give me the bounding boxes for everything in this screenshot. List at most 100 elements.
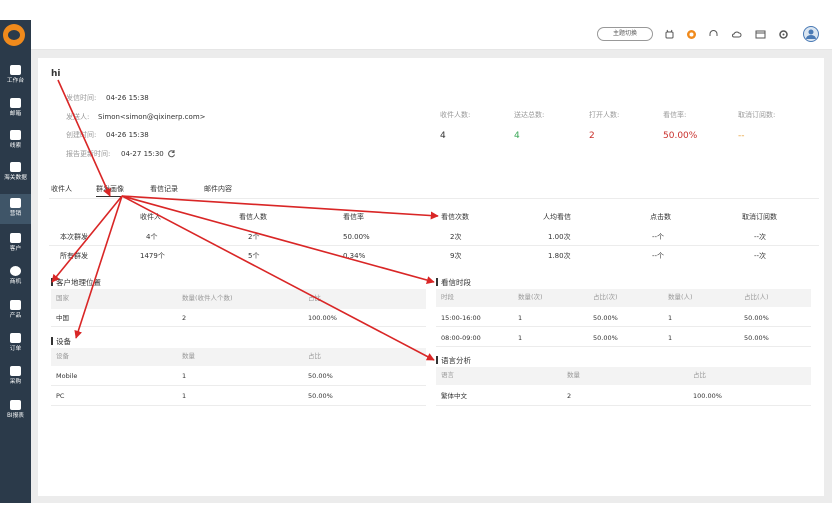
sidebar-item-product[interactable]: 产品 xyxy=(0,300,31,320)
marketing-icon xyxy=(10,198,21,208)
sidebar-item-clues[interactable]: 线索 xyxy=(0,130,31,150)
sidebar-item-purchase[interactable]: 采购 xyxy=(0,366,31,386)
language-header-ratio: 占比 xyxy=(693,371,706,379)
stat-value-delivered: 4 xyxy=(514,131,520,141)
summary-header-avg-read: 人均看信 xyxy=(543,213,571,221)
period-cell: 50.00% xyxy=(744,334,769,342)
bulb-icon xyxy=(10,266,21,276)
stat-label-open-rate: 看信率: xyxy=(663,111,687,119)
panel-icon[interactable] xyxy=(755,29,766,40)
period-cell: 1 xyxy=(518,334,523,342)
language-header-language: 语言 xyxy=(441,371,454,379)
row-divider xyxy=(51,405,426,406)
headset-icon[interactable] xyxy=(708,29,719,40)
device-cell: PC xyxy=(56,392,65,400)
summary-cell: 1.80次 xyxy=(548,252,571,260)
location-cell: 2 xyxy=(182,314,187,322)
top-margin xyxy=(0,0,832,20)
language-cell: 繁体中文 xyxy=(441,392,467,400)
location-title: 客户地理位置 xyxy=(56,278,101,287)
device-header-ratio: 占比 xyxy=(308,352,321,360)
stat-value-opened: 2 xyxy=(589,131,595,141)
sidebar-item-opportunity[interactable]: 商机 xyxy=(0,266,31,286)
home-icon xyxy=(10,65,21,75)
summary-cell: 1.00次 xyxy=(548,233,571,241)
report-time-label: 报告更新时间: xyxy=(66,150,111,158)
sidebar-item-workbench[interactable]: 工作台 xyxy=(0,65,31,85)
summary-header-clicks: 点击数 xyxy=(650,213,671,221)
summary-cell: 2次 xyxy=(450,233,462,241)
section-marker xyxy=(51,337,53,345)
sender-label: 发送人: xyxy=(66,113,90,121)
summary-header-unsubscribe: 取消订阅数 xyxy=(742,213,777,221)
row-divider xyxy=(51,385,426,386)
tab-read-records[interactable]: 看信记录 xyxy=(150,184,178,194)
sidebar-item-bi[interactable]: BI报表 xyxy=(0,400,31,420)
stat-label-recipients: 收件人数: xyxy=(440,111,471,119)
location-header-bg xyxy=(51,289,426,309)
device-cell: 1 xyxy=(182,372,187,380)
summary-cell: 5个 xyxy=(248,252,260,260)
period-cell: 50.00% xyxy=(593,314,618,322)
row-divider xyxy=(436,326,811,327)
summary-header-recipients: 收件人 xyxy=(140,213,161,221)
sidebar-item-customer[interactable]: 客户 xyxy=(0,233,31,253)
summary-cell: --个 xyxy=(652,252,665,260)
summary-row-label: 本次群发 xyxy=(60,233,88,241)
stat-value-open-rate: 50.00% xyxy=(663,131,698,141)
send-time-value: 04-26 15:38 xyxy=(106,94,149,102)
device-header-count: 数量 xyxy=(182,352,195,360)
stat-label-delivered: 送达总数: xyxy=(514,111,545,119)
device-cell: 50.00% xyxy=(308,392,333,400)
sidebar-item-order[interactable]: 订单 xyxy=(0,333,31,353)
clue-icon xyxy=(10,130,21,140)
logo-icon xyxy=(3,24,25,46)
customer-icon xyxy=(10,233,21,243)
location-header-count: 数量(收件人个数) xyxy=(182,294,233,302)
summary-cell: 0.34% xyxy=(343,252,366,260)
bottom-margin xyxy=(0,503,832,529)
send-time-label: 发信时间: xyxy=(66,94,97,102)
period-cell: 1 xyxy=(668,334,673,342)
tab-recipients[interactable]: 收件人 xyxy=(51,184,72,194)
stat-label-unsubscribe: 取消订阅数: xyxy=(738,111,776,119)
device-cell: 50.00% xyxy=(308,372,333,380)
anchor-icon xyxy=(10,162,21,172)
sidebar-item-customs[interactable]: 海关数据 xyxy=(0,162,31,182)
summary-cell: 9次 xyxy=(450,252,462,260)
period-cell: 50.00% xyxy=(593,334,618,342)
period-cell: 1 xyxy=(518,314,523,322)
sidebar: 工作台 邮箱 线索 海关数据 营销 客户 商机 产品 订单 采购 BI报表 xyxy=(0,20,31,503)
refresh-icon[interactable] xyxy=(167,149,176,158)
language-header-count: 数量 xyxy=(567,371,580,379)
stat-label-opened: 打开人数: xyxy=(589,111,620,119)
tab-mail-content[interactable]: 邮件内容 xyxy=(204,184,232,194)
summary-cell: --次 xyxy=(754,233,767,241)
summary-cell: 2个 xyxy=(248,233,260,241)
brand-icon[interactable] xyxy=(686,29,697,40)
period-cell: 08:00-09:00 xyxy=(441,334,481,342)
period-title: 看信时段 xyxy=(441,278,471,287)
gear-icon[interactable] xyxy=(778,29,789,40)
summary-cell: 4个 xyxy=(146,233,158,241)
location-cell: 100.00% xyxy=(308,314,337,322)
avatar[interactable] xyxy=(803,26,819,42)
box-icon xyxy=(10,300,21,310)
row-divider xyxy=(51,326,426,327)
section-marker xyxy=(51,278,53,286)
stat-value-recipients: 4 xyxy=(440,131,446,141)
device-header-bg xyxy=(51,348,426,366)
summary-row-label: 所有群发 xyxy=(60,252,88,260)
sidebar-item-mail[interactable]: 邮箱 xyxy=(0,98,31,118)
section-marker xyxy=(436,356,438,364)
language-header-bg xyxy=(436,367,811,385)
sidebar-item-marketing[interactable]: 营销 xyxy=(0,194,31,224)
theme-switch-button[interactable]: 主题切换 xyxy=(597,27,653,41)
period-header-count: 数量(次) xyxy=(518,293,543,301)
robot-icon[interactable] xyxy=(664,29,675,40)
stat-value-unsubscribe: -- xyxy=(738,131,745,141)
tab-group-profile[interactable]: 群发画像 xyxy=(96,184,124,197)
period-header-people: 数量(人) xyxy=(668,293,693,301)
row-divider xyxy=(49,245,819,246)
cloud-icon[interactable] xyxy=(731,29,742,40)
